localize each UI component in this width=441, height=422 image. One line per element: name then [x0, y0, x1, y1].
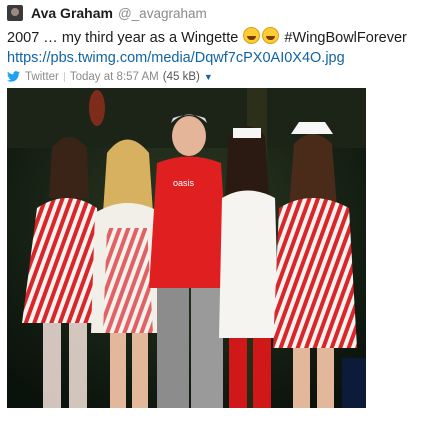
source-label[interactable]: Twitter	[25, 71, 59, 83]
divider	[63, 71, 65, 82]
message-header: Ava Graham @_avagraham	[7, 4, 441, 22]
author-handle: @_avagraham	[117, 5, 207, 21]
laughing-emoji-icon	[243, 27, 261, 44]
image-link[interactable]: https://pbs.twimg.com/media/Dqwf7cPX0AI0…	[7, 48, 441, 68]
caret-down-icon[interactable]: ▼	[204, 72, 213, 82]
message-text-start: 2007 … my third year as a Wingette	[7, 30, 239, 46]
message-text: 2007 … my third year as a Wingette #Wing…	[7, 27, 441, 48]
message: Ava Graham @_avagraham 2007 … my third y…	[0, 0, 441, 422]
laughing-emoji-icon	[262, 27, 280, 44]
file-size: (45 kB)	[162, 70, 200, 83]
hashtag: #WingBowlForever	[284, 30, 407, 46]
attached-photo[interactable]: oasis	[7, 88, 366, 408]
twitter-bird-icon	[7, 71, 20, 82]
author-name[interactable]: Ava Graham	[31, 5, 113, 21]
shirt-logo-text: oasis	[173, 178, 195, 188]
attachment-meta: Twitter Today at 8:57 AM (45 kB) ▼	[7, 68, 441, 85]
timestamp[interactable]: Today at 8:57 AM	[70, 71, 159, 83]
avatar[interactable]	[7, 5, 23, 21]
